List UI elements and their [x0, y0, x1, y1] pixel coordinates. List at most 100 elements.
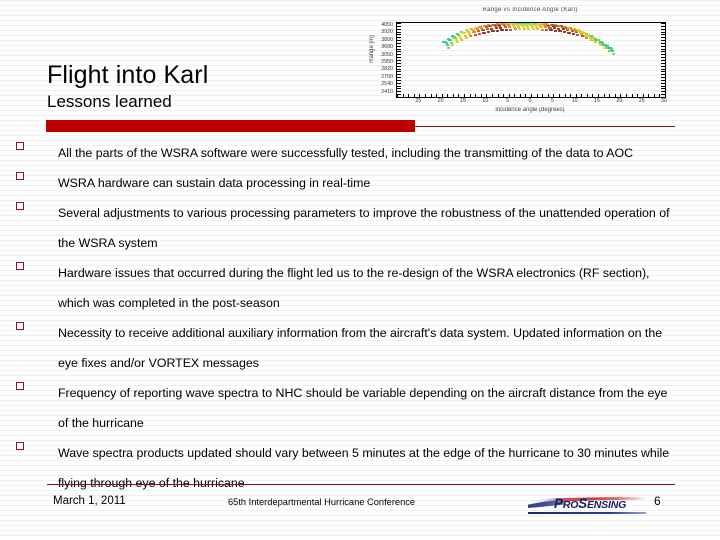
chart-data-point — [558, 30, 562, 33]
chart-y-tick-label: 2700 — [381, 73, 393, 80]
chart-x-tick — [620, 94, 622, 97]
chart-y-tick — [397, 51, 401, 53]
bullet-square-icon — [16, 172, 24, 180]
chart-data-point — [527, 28, 531, 31]
chart-data-point — [566, 29, 570, 32]
chart-y-tick — [397, 74, 401, 76]
chart-x-tick — [480, 94, 482, 97]
chart-y-tick — [397, 97, 401, 98]
chart-y-tick — [397, 65, 401, 67]
chart-plot-area — [396, 22, 666, 98]
chart-data-point — [612, 52, 616, 55]
chart-x-tick — [553, 94, 555, 97]
chart-x-tick — [625, 94, 627, 97]
chart-y-tick-label: 3920 — [381, 29, 393, 36]
chart-x-tick — [508, 94, 510, 97]
chart-x-tick — [424, 94, 426, 97]
chart-x-tick — [637, 94, 639, 97]
chart-x-tick — [542, 94, 544, 97]
chart-x-tick — [469, 94, 471, 97]
chart-x-axis-label: Incidence angle (degrees) — [495, 107, 565, 113]
chart-x-tick-label: 0 — [528, 98, 532, 104]
chart-y-tick — [661, 74, 665, 76]
chart-data-point — [491, 30, 495, 33]
chart-y-tick — [661, 48, 665, 50]
chart-y-tick — [397, 91, 401, 93]
footer-divider-line — [47, 484, 675, 485]
chart-x-tick — [653, 94, 655, 97]
chart-x-tick — [430, 94, 432, 97]
bullet-square-icon — [16, 382, 24, 390]
chart-y-tick — [661, 40, 665, 42]
chart-y-tick — [661, 57, 665, 59]
chart-x-tick — [570, 94, 572, 97]
chart-data-point — [594, 41, 598, 44]
chart-x-tick — [441, 94, 443, 97]
chart-y-tick — [661, 34, 665, 36]
chart-y-tick-label: 2820 — [381, 66, 393, 73]
bullet-item: Hardware issues that occurred during the… — [0, 258, 720, 318]
bullet-text: WSRA hardware can sustain data processin… — [58, 176, 371, 190]
prosensing-logo: PROSENSING — [528, 495, 646, 515]
chart-x-tick — [436, 94, 438, 97]
chart-x-tick-labels: 25 20 15 10 5 0 5 10 15 20 25 30 — [396, 98, 667, 107]
chart-data-point — [531, 28, 535, 31]
chart-data-point — [513, 28, 517, 31]
bullet-item: Frequency of reporting wave spectra to N… — [0, 378, 720, 438]
chart-x-tick — [519, 94, 521, 97]
chart-y-tick — [397, 42, 401, 44]
chart-x-tick — [581, 94, 583, 97]
chart-y-tick-label: 4050 — [381, 22, 393, 28]
chart-y-tick — [661, 79, 665, 81]
chart-y-tick — [397, 28, 401, 30]
bullet-item: Wave spectra products updated should var… — [0, 438, 720, 498]
title-accent-bar — [46, 120, 415, 132]
chart-data-point — [536, 28, 540, 31]
chart-y-tick-labels: 4050 3920 3800 3680 3050 2950 2820 2700 2540 2410 — [358, 22, 394, 96]
chart-x-tick — [486, 94, 488, 97]
chart-y-tick-label: 2540 — [381, 81, 393, 88]
chart-x-tick-label: 5 — [506, 98, 510, 104]
chart-y-tick — [661, 23, 665, 24]
chart-y-tick — [661, 25, 665, 27]
chart-title: Range vs Incidence Angle (Karl) — [482, 7, 578, 13]
chart-x-tick-label: 5 — [550, 98, 554, 104]
logo-letter-s: S — [578, 496, 587, 511]
chart-x-tick — [503, 94, 505, 97]
chart-x-tick — [464, 94, 465, 97]
logo-underline — [528, 512, 646, 514]
chart-data-point — [540, 28, 544, 31]
chart-x-tick — [491, 94, 493, 97]
chart-data-point — [481, 29, 485, 32]
chart-y-tick — [661, 37, 665, 39]
bullet-square-icon — [16, 202, 24, 210]
chart-data-point — [522, 28, 526, 31]
chart-data-point — [508, 26, 512, 29]
chart-x-tick — [631, 94, 633, 97]
chart-x-tick-label: 30 — [661, 98, 667, 104]
chart-x-tick — [514, 94, 516, 97]
chart-data-point — [486, 30, 491, 33]
chart-y-tick — [397, 79, 401, 81]
page-title: Flight into Karl — [47, 61, 209, 89]
chart-y-tick-label: 3800 — [381, 36, 393, 43]
bullet-text: Hardware issues that occurred during the… — [58, 266, 650, 310]
bullet-item: Several adjustments to various processin… — [0, 198, 720, 258]
chart-y-tick — [661, 31, 665, 33]
chart-y-tick — [661, 82, 665, 84]
chart-x-tick — [609, 94, 611, 97]
chart-y-tick — [661, 45, 665, 47]
chart-x-tick — [531, 94, 532, 97]
logo-letters-ensing: ENSING — [586, 499, 627, 511]
chart-y-tick — [397, 60, 401, 61]
chart-x-tick-label: 20 — [437, 98, 444, 104]
chart-y-tick — [397, 88, 401, 90]
chart-data-point — [553, 29, 558, 32]
chart-x-tick-label: 25 — [415, 98, 422, 104]
chart-y-tick — [661, 97, 665, 98]
chart-x-tick-label: 15 — [594, 98, 600, 104]
chart-y-tick — [397, 82, 401, 84]
chart-data-point — [509, 28, 513, 31]
chart-y-tick — [397, 48, 401, 50]
chart-y-tick — [661, 88, 665, 90]
